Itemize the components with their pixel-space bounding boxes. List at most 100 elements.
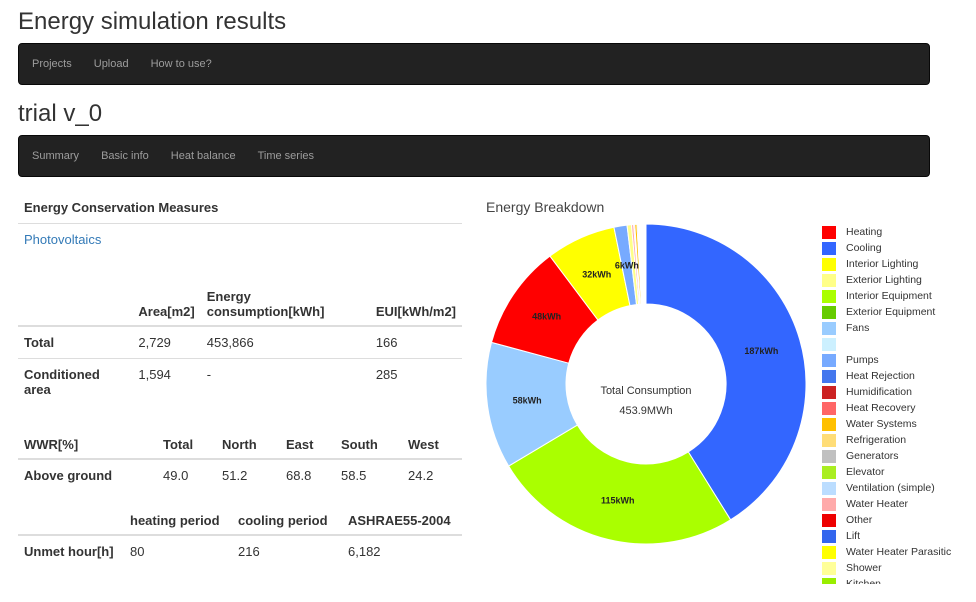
nav-projects[interactable]: Projects (21, 43, 83, 85)
legend-label: Lift (846, 530, 861, 542)
legend-label: Water Heater (846, 498, 909, 510)
legend-swatch (822, 321, 836, 335)
legend-item[interactable]: Water Heater (822, 496, 976, 512)
slice-label: 32kWh (582, 270, 611, 280)
legend-item[interactable]: Water Systems (822, 416, 976, 432)
row-label: Above ground (18, 458, 157, 491)
table-cell: 58.5 (335, 458, 402, 491)
table-row: Total 2,729 453,866 166 (18, 325, 462, 359)
legend-swatch (822, 337, 836, 351)
wwr-table: WWR[%] Total North East South West Above… (18, 426, 462, 491)
table-cell: 216 (232, 534, 342, 567)
legend-label: Elevator (846, 466, 885, 478)
legend-swatch (822, 241, 836, 255)
table-row: Above ground 49.0 51.2 68.8 58.5 24.2 (18, 458, 462, 491)
legend-item[interactable]: Fans (822, 320, 976, 336)
legend-label: Interior Lighting (846, 258, 919, 270)
slice-label: 6kWh (615, 261, 639, 271)
legend-swatch (822, 497, 836, 511)
unmet-hours-table: heating period cooling period ASHRAE55-2… (18, 504, 462, 567)
slice-label: 48kWh (532, 312, 561, 322)
legend-item[interactable]: Water Heater Parasitic (822, 544, 976, 560)
legend-item[interactable] (822, 336, 976, 352)
legend-label: Water Heater Parasitic (846, 546, 952, 558)
legend-swatch (822, 257, 836, 271)
slice-label: 58kWh (513, 395, 542, 405)
legend-item[interactable]: Kitchen (822, 576, 976, 584)
row-label: Conditioned area (18, 358, 133, 407)
legend-swatch (822, 577, 836, 584)
table-header: heating period (124, 504, 232, 536)
legend-label: Cooling (846, 242, 882, 254)
legend-swatch (822, 513, 836, 527)
center-label: Total Consumption (600, 385, 691, 397)
nav-how-to-use[interactable]: How to use? (140, 43, 223, 85)
slice-label: 115kWh (601, 496, 635, 506)
legend-label: Kitchen (846, 578, 882, 584)
legend-swatch (822, 385, 836, 399)
table-header: ASHRAE55-2004 (342, 504, 462, 536)
legend-item[interactable]: Heat Recovery (822, 400, 976, 416)
legend-item[interactable]: Generators (822, 448, 976, 464)
table-row: Conditioned area 1,594 - 285 (18, 358, 462, 407)
legend-item[interactable]: Exterior Equipment (822, 304, 976, 320)
legend-label: Generators (846, 450, 899, 462)
legend-swatch (822, 273, 836, 287)
table-row: Unmet hour[h] 80 216 6,182 (18, 534, 462, 567)
table-header (18, 272, 133, 327)
tab-time-series[interactable]: Time series (247, 135, 325, 177)
tab-heat-balance[interactable]: Heat balance (160, 135, 247, 177)
legend-item[interactable]: Elevator (822, 464, 976, 480)
legend-item[interactable]: Humidification (822, 384, 976, 400)
table-cell: 1,594 (132, 358, 201, 407)
legend-swatch (822, 305, 836, 319)
energy-breakdown-chart: Energy Breakdown 187kWh 115kWh 58kWh 48kWh 3… (480, 192, 976, 602)
legend-item[interactable]: Cooling (822, 240, 976, 256)
legend-label: Fans (846, 322, 870, 334)
row-label: Total (18, 325, 133, 359)
legend-swatch (822, 561, 836, 575)
table-cell: 68.8 (280, 458, 335, 491)
legend-swatch (822, 289, 836, 303)
table-cell: 24.2 (402, 458, 462, 491)
legend-swatch (822, 369, 836, 383)
legend-label: Pumps (846, 354, 879, 366)
legend-label: Refrigeration (846, 434, 907, 446)
nav-upload[interactable]: Upload (83, 43, 140, 85)
legend-item[interactable]: Interior Equipment (822, 288, 976, 304)
legend-item[interactable]: Refrigeration (822, 432, 976, 448)
tab-basic-info[interactable]: Basic info (90, 135, 160, 177)
legend-item[interactable]: Ventilation (simple) (822, 480, 976, 496)
table-cell: 49.0 (157, 458, 216, 491)
legend-swatch (822, 225, 836, 239)
table-cell: 166 (369, 325, 462, 359)
legend-item[interactable]: Exterior Lighting (822, 272, 976, 288)
legend-item[interactable]: Heating (822, 224, 976, 240)
table-header: EUI[kWh/m2] (369, 272, 462, 327)
app-title: Energy simulation results (18, 8, 287, 35)
legend-item[interactable]: Interior Lighting (822, 256, 976, 272)
legend-item[interactable]: Other (822, 512, 976, 528)
table-header-row: heating period cooling period ASHRAE55-2… (18, 504, 462, 536)
table-header: North (216, 426, 280, 460)
legend-label: Heat Recovery (846, 402, 916, 414)
legend-label: Water Systems (846, 418, 917, 430)
legend-item[interactable]: Heat Rejection (822, 368, 976, 384)
chart-title: Energy Breakdown (486, 199, 605, 215)
legend-swatch (822, 545, 836, 559)
legend-label: Humidification (846, 386, 912, 398)
legend-swatch (822, 529, 836, 543)
legend-label: Other (846, 514, 873, 526)
tab-summary[interactable]: Summary (21, 135, 90, 177)
chart-legend: Heating Cooling Interior Lighting Exterior … (822, 224, 976, 584)
table-header-row: WWR[%] Total North East South West (18, 426, 462, 460)
slice-kitchen[interactable] (644, 223, 647, 305)
legend-label: Ventilation (simple) (846, 482, 935, 494)
donut-chart: 187kWh 115kWh 58kWh 48kWh 32kWh 6kWh Total Co… (485, 223, 807, 545)
legend-item[interactable]: Shower (822, 560, 976, 576)
legend-item[interactable]: Lift (822, 528, 976, 544)
legend-swatch (822, 401, 836, 415)
ecm-link-photovoltaics[interactable]: Photovoltaics (18, 224, 462, 256)
center-value: 453.9MWh (619, 405, 672, 417)
legend-item[interactable]: Pumps (822, 352, 976, 368)
